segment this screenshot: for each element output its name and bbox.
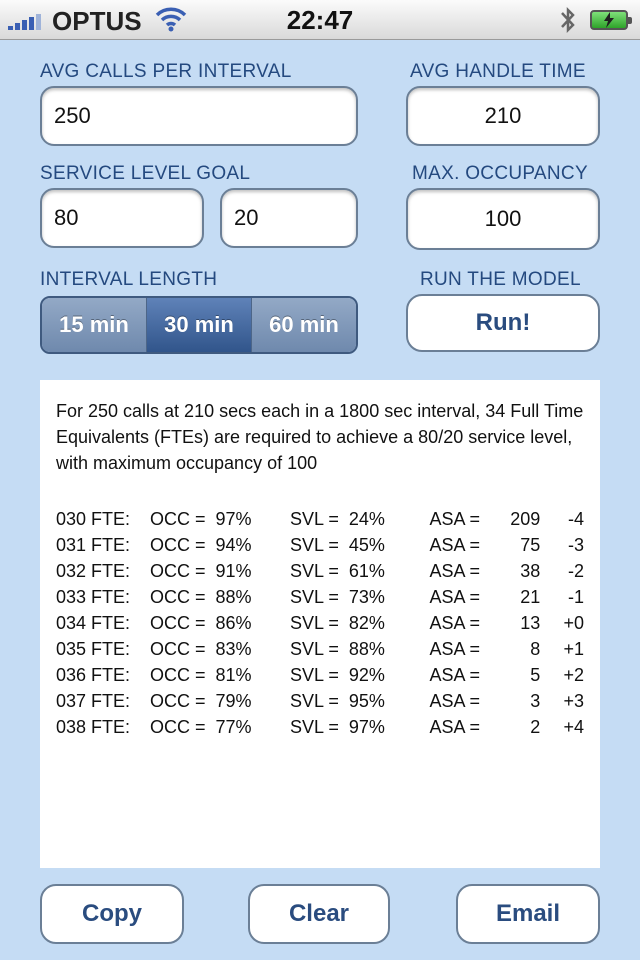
row-fte: 031 FTE: [56,535,131,555]
interval-60-min[interactable]: 60 min [252,298,356,352]
row-asa: ASA = [429,561,480,581]
row-asa-value: 5 [530,665,541,685]
service-level-seconds-input[interactable]: 20 [220,188,358,248]
row-asa: ASA = [429,665,480,685]
row-svl: SVL = 45% [290,535,385,555]
row-fte: 035 FTE: [56,639,131,659]
row-occ: OCC = 94% [149,535,252,555]
battery-charging-icon [590,10,632,30]
row-occ: OCC = 77% [149,717,252,737]
row-asa-value: 209 [510,509,541,529]
row-svl: SVL = 97% [290,717,385,737]
clear-button[interactable]: Clear [248,884,390,944]
max-occupancy-label: MAX. OCCUPANCY [412,163,588,184]
row-asa-value: 38 [520,561,541,581]
row-delta: -1 [567,587,584,607]
row-asa: ASA = [429,639,480,659]
bluetooth-icon [558,4,578,41]
row-occ: OCC = 83% [149,639,252,659]
table-row: 036 FTE: OCC = 81% SVL = 92% ASA = 5 +2 [56,662,584,688]
row-occ: OCC = 88% [149,587,252,607]
row-delta: +4 [563,717,584,737]
max-occupancy-input[interactable]: 100 [406,188,600,250]
row-asa: ASA = [429,535,480,555]
row-occ: OCC = 91% [149,561,252,581]
table-row: 032 FTE: OCC = 91% SVL = 61% ASA = 38 -2 [56,558,584,584]
row-delta: +2 [563,665,584,685]
row-asa-value: 13 [520,613,541,633]
row-delta: +0 [563,613,584,633]
row-asa-value: 3 [530,691,541,711]
service-level-goal-label: SERVICE LEVEL GOAL [40,163,251,184]
row-asa-value: 2 [530,717,541,737]
row-occ: OCC = 81% [149,665,252,685]
run-the-model-label: RUN THE MODEL [420,269,581,290]
row-svl: SVL = 88% [290,639,385,659]
status-bar: OPTUS 22:47 [0,0,640,40]
avg-calls-input[interactable]: 250 [40,86,358,146]
table-row: 035 FTE: OCC = 83% SVL = 88% ASA = 8 +1 [56,636,584,662]
row-asa: ASA = [429,587,480,607]
row-asa-value: 21 [520,587,541,607]
row-svl: SVL = 61% [290,561,385,581]
row-svl: SVL = 73% [290,587,385,607]
table-row: 037 FTE: OCC = 79% SVL = 95% ASA = 3 +3 [56,688,584,714]
row-delta: -2 [567,561,584,581]
table-row: 031 FTE: OCC = 94% SVL = 45% ASA = 75 -3 [56,532,584,558]
avg-handle-time-input[interactable]: 210 [406,86,600,146]
row-occ: OCC = 97% [149,509,252,529]
table-row: 033 FTE: OCC = 88% SVL = 73% ASA = 21 -1 [56,584,584,610]
row-delta: +3 [563,691,584,711]
row-asa-value: 8 [530,639,541,659]
avg-calls-label: AVG CALLS PER INTERVAL [40,61,292,82]
row-svl: SVL = 95% [290,691,385,711]
results-panel: For 250 calls at 210 secs each in a 1800… [40,380,600,868]
table-row: 034 FTE: OCC = 86% SVL = 82% ASA = 13 +0 [56,610,584,636]
service-level-percent-input[interactable]: 80 [40,188,204,248]
row-asa: ASA = [429,717,480,737]
row-svl: SVL = 82% [290,613,385,633]
interval-length-selector: 15 min 30 min 60 min [40,296,358,354]
row-asa: ASA = [429,613,480,633]
copy-button[interactable]: Copy [40,884,184,944]
row-occ: OCC = 79% [149,691,252,711]
row-asa: ASA = [429,509,480,529]
interval-15-min[interactable]: 15 min [42,298,147,352]
results-summary: For 250 calls at 210 secs each in a 1800… [56,401,584,473]
row-fte: 038 FTE: [56,717,131,737]
interval-30-min[interactable]: 30 min [147,298,252,352]
row-fte: 036 FTE: [56,665,131,685]
email-button[interactable]: Email [456,884,600,944]
row-svl: SVL = 92% [290,665,385,685]
row-delta: -4 [567,509,584,529]
status-time: 22:47 [286,5,354,35]
row-fte: 037 FTE: [56,691,131,711]
row-occ: OCC = 86% [149,613,252,633]
row-delta: +1 [563,639,584,659]
avg-handle-time-label: AVG HANDLE TIME [410,61,586,82]
table-row: 030 FTE: OCC = 97% SVL = 24% ASA = 209 -4 [56,506,584,532]
run-button[interactable]: Run! [406,294,600,352]
staffing-table: 030 FTE: OCC = 97% SVL = 24% ASA = 209 -4 031 … [56,506,584,740]
row-fte: 030 FTE: [56,509,131,529]
interval-length-label: INTERVAL LENGTH [40,269,218,290]
row-fte: 032 FTE: [56,561,131,581]
row-fte: 034 FTE: [56,613,131,633]
table-row: 038 FTE: OCC = 77% SVL = 97% ASA = 2 +4 [56,714,584,740]
row-asa: ASA = [429,691,480,711]
row-fte: 033 FTE: [56,587,131,607]
row-asa-value: 75 [520,535,541,555]
row-delta: -3 [567,535,584,555]
row-svl: SVL = 24% [290,509,385,529]
